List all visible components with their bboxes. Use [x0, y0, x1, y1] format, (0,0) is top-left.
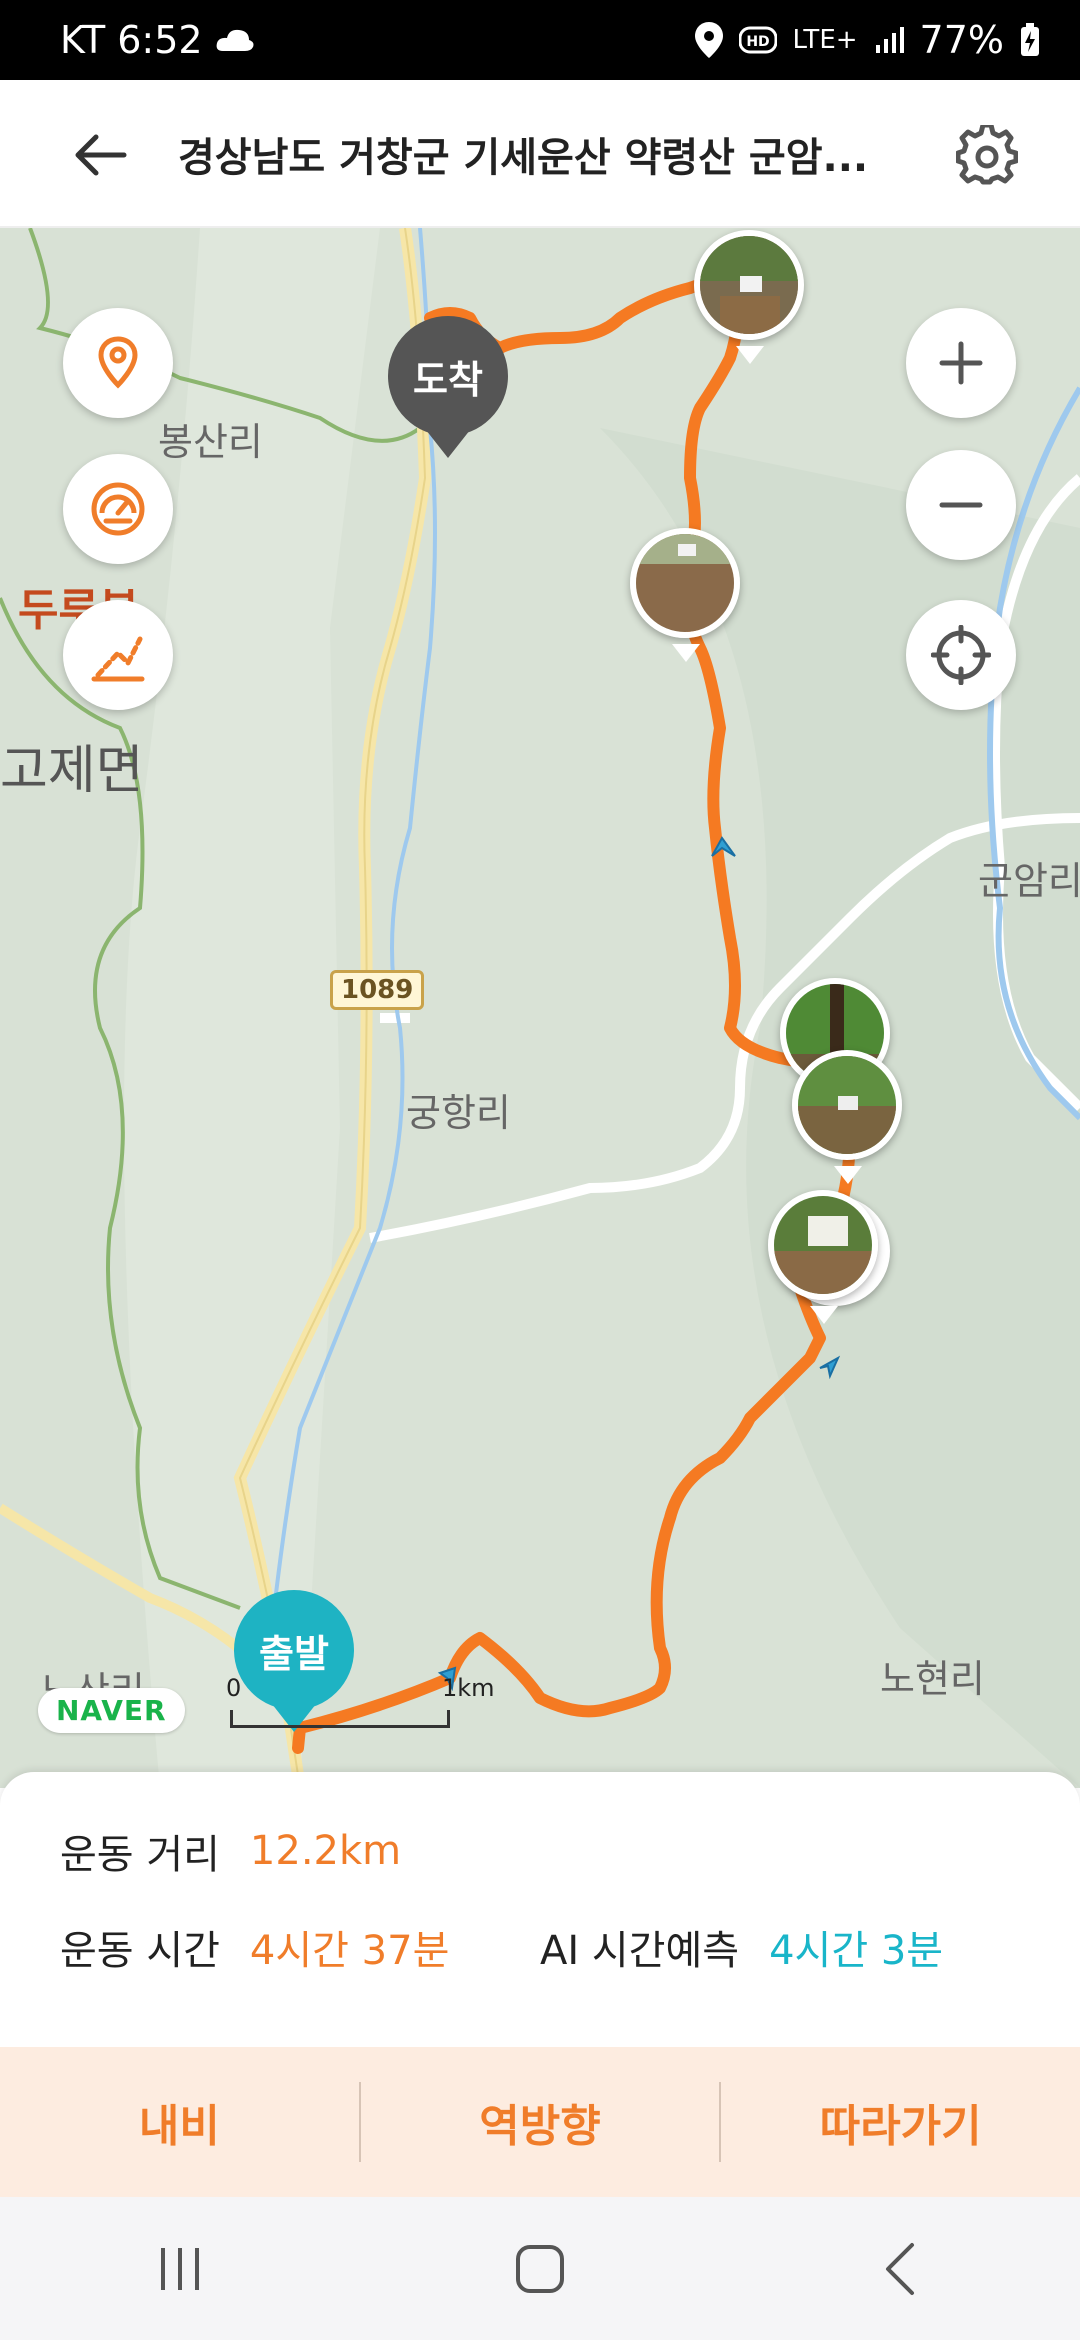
speed-button[interactable]: [63, 454, 173, 564]
system-nav-bar: [0, 2197, 1080, 2340]
map-scale: 0 1km: [226, 1674, 495, 1728]
location-icon: [694, 22, 723, 58]
photo-thumbnail: [700, 236, 798, 334]
route-info-panel: 운동 거리 12.2km 운동 시간 4시간 37분 AI 시간예측 4시간 3…: [0, 1772, 1080, 2047]
altitude-button[interactable]: [63, 600, 173, 710]
crosshair-icon: [931, 625, 991, 685]
arrival-pin-tail: [426, 430, 470, 458]
speedometer-icon: [91, 482, 145, 536]
ai-prediction-label: AI 시간예측: [540, 1928, 740, 1974]
time-value: 4시간 37분: [249, 1928, 450, 1974]
distance-row: 운동 거리 12.2km: [60, 1822, 401, 1880]
gear-icon: [956, 125, 1018, 185]
map-view[interactable]: 봉산리 두루봉 고제면 군암리 1089 궁항리 노산리 노현리 도착 출발: [0, 228, 1080, 1788]
signal-icon: [874, 25, 904, 55]
my-location-button[interactable]: [63, 308, 173, 418]
page-title: 경상남도 거창군 기세운산 약령산 군암...: [178, 135, 869, 181]
follow-button[interactable]: 따라가기: [721, 2047, 1080, 2197]
location-pin-icon: [98, 336, 138, 389]
elevation-icon: [91, 636, 145, 682]
photo-marker-tail: [672, 644, 700, 662]
start-pin-label: 출발: [234, 1590, 354, 1710]
carrier-time: KT 6:52: [60, 18, 203, 62]
recent-apps-icon: [161, 2247, 199, 2290]
system-back-button[interactable]: [840, 2209, 960, 2329]
home-icon: [516, 2244, 564, 2293]
zoom-in-button[interactable]: [906, 308, 1016, 418]
hd-icon: HD: [738, 25, 777, 55]
map-label-nohyeonri: 노현리: [880, 1657, 985, 1701]
network-type: LTE+: [792, 25, 858, 55]
photo-marker[interactable]: [694, 230, 804, 340]
naver-logo: NAVER: [38, 1688, 185, 1733]
recenter-button[interactable]: [906, 600, 1016, 710]
photo-marker[interactable]: [630, 528, 740, 638]
header: 경상남도 거창군 기세운산 약령산 군암...: [0, 80, 1080, 228]
scale-one-km: 1km: [442, 1674, 495, 1702]
recent-apps-button[interactable]: [120, 2209, 240, 2329]
settings-button[interactable]: [949, 118, 1025, 194]
action-bar: 내비 역방향 따라가기: [0, 2047, 1080, 2197]
cloud-icon: [215, 25, 255, 55]
scale-bar: [230, 1710, 450, 1728]
distance-value: 12.2km: [249, 1828, 402, 1874]
battery-icon: [1020, 23, 1040, 57]
battery-percent: 77%: [919, 18, 1004, 62]
zoom-out-button[interactable]: [906, 450, 1016, 560]
map-label-bongsanri: 봉산리: [158, 420, 263, 464]
chevron-left-icon: [886, 2242, 914, 2295]
time-row: 운동 시간 4시간 37분: [60, 1918, 449, 1976]
reverse-button[interactable]: 역방향: [361, 2047, 720, 2197]
scale-zero: 0: [226, 1674, 242, 1702]
photo-thumbnail: [636, 534, 734, 632]
map-label-gojemyeon: 고제면: [0, 741, 144, 801]
photo-thumbnail: [798, 1056, 896, 1154]
home-button[interactable]: [480, 2209, 600, 2329]
photo-marker[interactable]: [768, 1190, 878, 1300]
photo-marker-tail: [736, 346, 764, 364]
status-bar: KT 6:52 HD LTE+ 77%: [0, 0, 1080, 80]
ai-prediction-value: 4시간 3분: [769, 1928, 944, 1974]
plus-icon: [939, 341, 983, 385]
map-label-gunghangri: 궁항리: [406, 1091, 511, 1135]
svg-text:HD: HD: [746, 34, 769, 50]
ai-prediction-row: AI 시간예측 4시간 3분: [540, 1918, 943, 1976]
time-label: 운동 시간: [60, 1928, 220, 1974]
photo-marker[interactable]: [792, 1050, 902, 1160]
back-arrow-icon: [75, 134, 127, 176]
arrival-pin[interactable]: 도착: [388, 316, 508, 458]
photo-marker-tail: [834, 1166, 862, 1184]
photo-thumbnail: [774, 1196, 872, 1294]
minus-icon: [939, 502, 983, 508]
photo-marker-tail: [810, 1306, 838, 1324]
map-label-gunamri: 군암리: [978, 859, 1080, 903]
navi-button[interactable]: 내비: [0, 2047, 359, 2197]
distance-label: 운동 거리: [60, 1832, 220, 1878]
road-number-badge: 1089: [330, 970, 425, 1010]
arrival-pin-label: 도착: [388, 316, 508, 436]
back-button[interactable]: [60, 120, 140, 190]
